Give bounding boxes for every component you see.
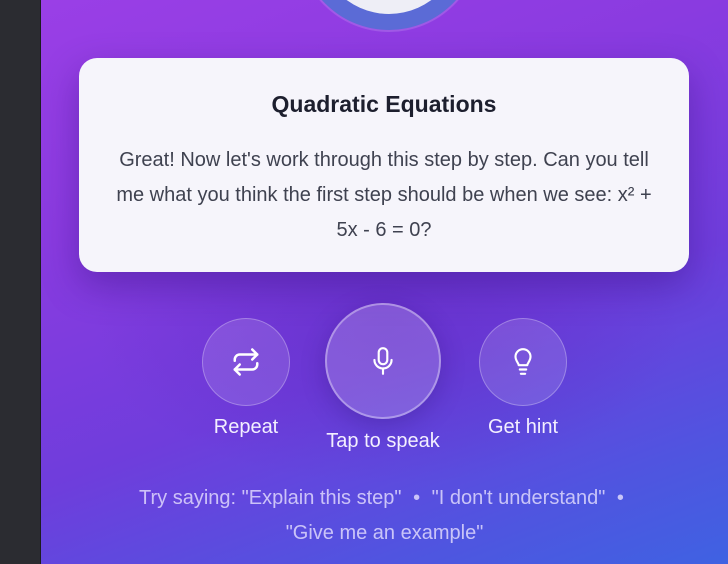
tutor-message: Great! Now let's work through this step …: [116, 149, 652, 241]
left-panel-edge: [0, 0, 41, 564]
tap-to-speak-button[interactable]: [325, 303, 441, 419]
tutor-voice-panel: Quadratic Equations Great! Now let's wor…: [41, 0, 728, 564]
tap-to-speak-label: Tap to speak: [326, 430, 440, 452]
suggestions-prefix: Try saying:: [139, 487, 237, 509]
lesson-title: Quadratic Equations: [271, 91, 497, 117]
microphone-icon: [373, 347, 393, 375]
get-hint-label: Get hint: [487, 416, 559, 438]
voice-suggestions: Try saying: "Explain this step" • "I don…: [81, 481, 688, 551]
repeat-label: Repeat: [213, 416, 279, 438]
get-hint-button[interactable]: [479, 318, 567, 406]
lesson-card: Quadratic Equations Great! Now let's wor…: [79, 58, 689, 272]
lightbulb-icon: [514, 348, 532, 375]
suggestion-separator: •: [616, 487, 624, 509]
suggestion-item: "Explain this step": [241, 487, 402, 509]
suggestion-item: "Give me an example": [285, 522, 484, 544]
repeat-icon: [233, 348, 259, 376]
suggestion-item: "I don't understand": [431, 487, 606, 509]
suggestion-separator: •: [413, 487, 421, 509]
repeat-button[interactable]: [202, 318, 290, 406]
